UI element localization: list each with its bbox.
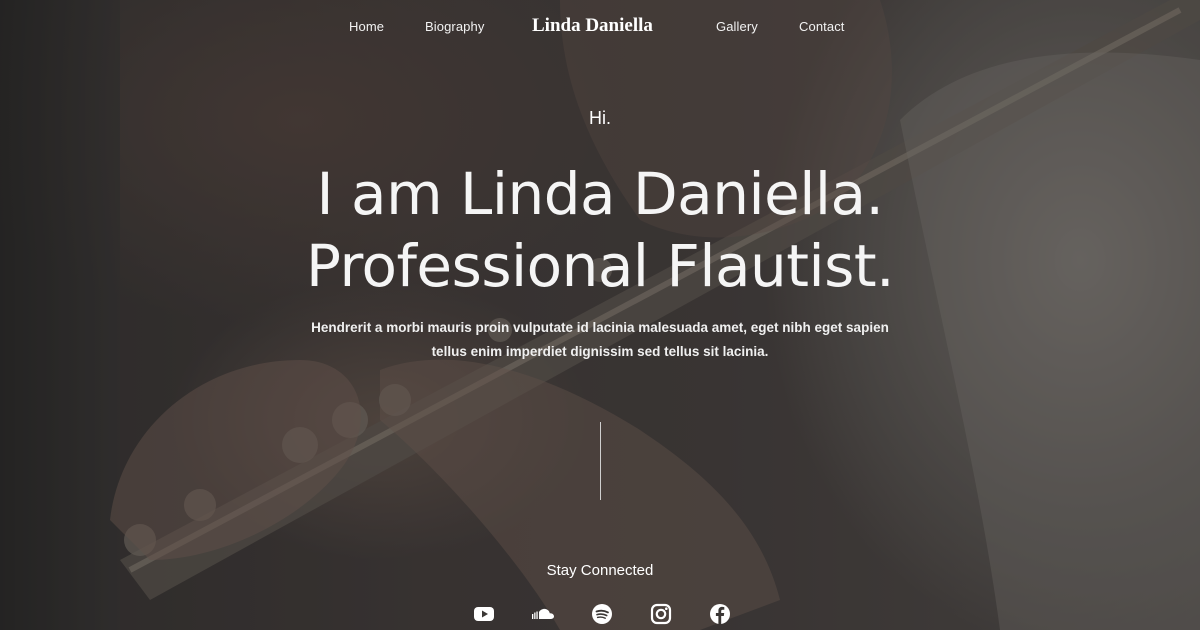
hero-description: Hendrerit a morbi mauris proin vulputate… bbox=[270, 316, 930, 364]
headline-line-1: I am Linda Daniella. bbox=[316, 160, 884, 228]
nav-gallery-link[interactable]: Gallery bbox=[716, 19, 758, 34]
soundcloud-icon[interactable] bbox=[530, 601, 556, 627]
headline-line-2: Professional Flautist. bbox=[305, 232, 895, 300]
site-brand[interactable]: Linda Daniella bbox=[532, 15, 653, 37]
instagram-icon[interactable] bbox=[648, 601, 674, 627]
hero-section: Home Biography Linda Daniella Gallery Co… bbox=[0, 0, 1200, 630]
greeting-text: Hi. bbox=[589, 108, 611, 128]
description-line-2: tellus enim imperdiet dignissim sed tell… bbox=[431, 344, 769, 359]
youtube-icon[interactable] bbox=[471, 601, 497, 627]
social-links bbox=[471, 601, 733, 627]
facebook-icon[interactable] bbox=[707, 601, 733, 627]
spotify-icon[interactable] bbox=[589, 601, 615, 627]
vertical-divider bbox=[600, 422, 601, 500]
top-navigation: Home Biography Linda Daniella Gallery Co… bbox=[0, 0, 1200, 54]
description-line-1: Hendrerit a morbi mauris proin vulputate… bbox=[311, 320, 889, 335]
nav-contact-link[interactable]: Contact bbox=[799, 19, 845, 34]
hero-headline: I am Linda Daniella. Professional Flauti… bbox=[0, 158, 1200, 302]
stay-connected-heading: Stay Connected bbox=[546, 562, 654, 579]
dark-overlay bbox=[0, 0, 1200, 630]
nav-home-link[interactable]: Home bbox=[349, 19, 384, 34]
nav-biography-link[interactable]: Biography bbox=[425, 19, 484, 34]
